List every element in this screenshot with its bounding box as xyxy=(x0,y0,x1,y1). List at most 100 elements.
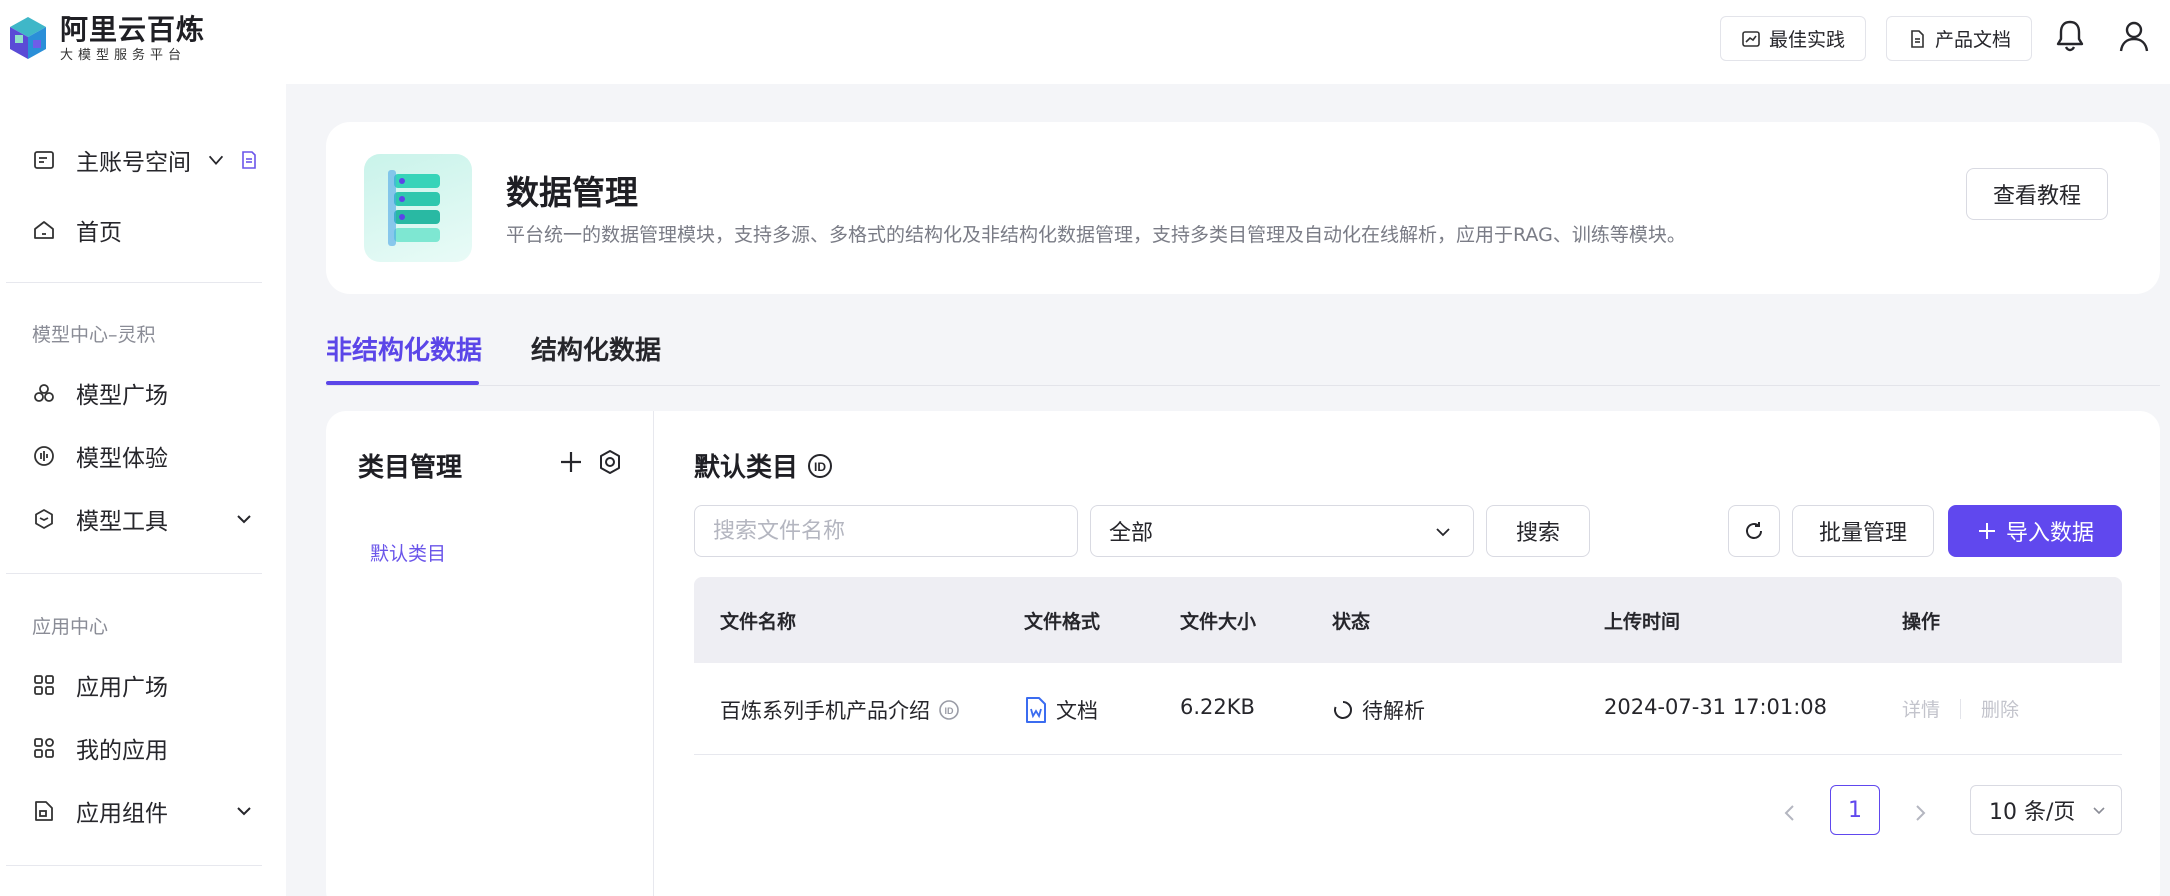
folder-icon xyxy=(34,151,54,169)
brand-logo[interactable]: 阿里云百炼 大模型服务平台 xyxy=(6,14,205,64)
sidebar-item-app-components[interactable]: 应用组件 xyxy=(0,786,286,836)
pulse-icon xyxy=(34,446,54,466)
sidebar-item-label: 应用组件 xyxy=(76,801,168,827)
chevron-down-icon[interactable] xyxy=(232,507,256,531)
best-practice-label: 最佳实践 xyxy=(1769,29,1846,51)
search-file-input[interactable] xyxy=(694,505,1078,557)
brand-cube-icon xyxy=(10,17,46,59)
file-status-cell: 待解析 xyxy=(1332,695,1425,725)
tab-unstructured-data[interactable]: 非结构化数据 xyxy=(326,330,482,367)
document-note-icon[interactable] xyxy=(239,150,259,170)
chevron-left-icon[interactable] xyxy=(1778,801,1802,825)
view-tutorial-button[interactable]: 查看教程 xyxy=(1966,168,2108,220)
column-header: 操作 xyxy=(1902,611,1941,633)
table-row[interactable]: 百炼系列手机产品介绍 ID 文档 6.22KB 待解析 2024-07-31 1… xyxy=(694,663,2122,755)
svg-text:ID: ID xyxy=(945,706,955,716)
delete-link[interactable]: 删除 xyxy=(1981,695,2019,722)
column-header: 文件格式 xyxy=(1024,611,1101,633)
sidebar-item-label: 首页 xyxy=(76,220,122,246)
category-item-default[interactable]: 默认类目 xyxy=(370,539,446,566)
loading-spinner-icon xyxy=(1334,701,1352,719)
file-status: 待解析 xyxy=(1362,699,1425,723)
best-practice-button[interactable]: 最佳实践 xyxy=(1720,16,1867,61)
data-panel: 类目管理 默认类目 默认类目 ID 全部 搜索 批量管理 xyxy=(326,411,2160,896)
detail-link[interactable]: 详情 xyxy=(1902,695,1940,722)
file-format: 文档 xyxy=(1056,699,1098,723)
column-header: 文件名称 xyxy=(720,611,797,633)
bell-icon[interactable] xyxy=(2050,16,2090,56)
file-size: 6.22KB xyxy=(1180,695,1255,719)
brand-title: 阿里云百炼 xyxy=(60,13,206,46)
sidebar-item-label: 模型工具 xyxy=(76,509,168,535)
apps-icon xyxy=(34,738,54,758)
document-icon xyxy=(1911,29,1924,48)
user-icon[interactable] xyxy=(2114,16,2154,56)
file-name[interactable]: 百炼系列手机产品介绍 xyxy=(720,695,930,725)
chevron-right-icon[interactable] xyxy=(1908,801,1932,825)
search-button[interactable]: 搜索 xyxy=(1486,505,1590,557)
page-header-card: 数据管理 平台统一的数据管理模块，支持多源、多格式的结构化及非结构化数据管理，支… xyxy=(326,122,2160,294)
category-heading: 默认类目 ID xyxy=(694,447,834,484)
chevron-down-icon xyxy=(2093,807,2105,815)
table-header: 文件名称 文件格式 文件大小 状态 上传时间 操作 xyxy=(694,577,2122,663)
file-format-cell: 文档 xyxy=(1024,695,1098,725)
status-filter-value: 全部 xyxy=(1109,521,1154,546)
tab-structured-data[interactable]: 结构化数据 xyxy=(531,330,661,367)
category-column: 类目管理 默认类目 xyxy=(326,411,654,896)
id-badge-icon[interactable]: ID xyxy=(806,452,834,480)
divider xyxy=(6,282,262,283)
grid-icon xyxy=(34,675,54,695)
settings-icon[interactable] xyxy=(596,448,624,476)
sidebar-item-label: 模型广场 xyxy=(76,383,168,409)
workspace-label: 主账号空间 xyxy=(76,150,191,176)
brand-subtitle: 大模型服务平台 xyxy=(60,48,187,63)
product-docs-label: 产品文档 xyxy=(1935,29,2012,51)
sidebar-item-model-square[interactable]: 模型广场 xyxy=(0,368,286,418)
top-bar: 阿里云百炼 大模型服务平台 最佳实践 产品文档 xyxy=(0,0,2170,84)
page-description: 平台统一的数据管理模块，支持多源、多格式的结构化及非结构化数据管理，支持多类目管… xyxy=(506,224,1686,246)
chevron-down-icon xyxy=(1436,528,1450,537)
home-icon xyxy=(34,221,54,239)
add-category-icon[interactable] xyxy=(556,447,586,477)
product-docs-button[interactable]: 产品文档 xyxy=(1886,16,2033,61)
sidebar-item-label: 模型体验 xyxy=(76,446,168,472)
sidebar-item-model-experience[interactable]: 模型体验 xyxy=(0,431,286,481)
import-data-button[interactable]: 导入数据 xyxy=(1948,505,2122,557)
workspace-switcher[interactable]: 主账号空间 xyxy=(0,135,286,185)
refresh-button[interactable] xyxy=(1728,505,1780,557)
upload-time: 2024-07-31 17:01:08 xyxy=(1604,695,1828,719)
data-management-illustration-icon xyxy=(364,154,472,262)
component-icon xyxy=(35,801,53,821)
batch-manage-button[interactable]: 批量管理 xyxy=(1792,505,1934,557)
import-data-label: 导入数据 xyxy=(2005,521,2094,546)
refresh-icon xyxy=(1746,522,1762,539)
column-header: 状态 xyxy=(1332,611,1371,633)
plus-icon xyxy=(1978,523,1995,539)
svg-text:ID: ID xyxy=(814,460,826,474)
column-header: 上传时间 xyxy=(1604,611,1681,633)
sidebar-item-app-square[interactable]: 应用广场 xyxy=(0,660,286,710)
chevron-down-icon[interactable] xyxy=(232,799,256,823)
status-filter-select[interactable]: 全部 xyxy=(1090,505,1474,557)
category-title: 类目管理 xyxy=(358,453,463,483)
tool-box-icon xyxy=(35,509,53,529)
sidebar-item-label: 应用广场 xyxy=(76,675,168,701)
id-badge-icon[interactable]: ID xyxy=(938,699,960,721)
divider xyxy=(6,865,262,866)
action-separator xyxy=(1960,698,1962,719)
sidebar-item-label: 我的应用 xyxy=(76,738,168,764)
actions-cell: 详情 删除 xyxy=(1902,695,2019,722)
sidebar-item-model-tools[interactable]: 模型工具 xyxy=(0,494,286,544)
file-name-cell: 百炼系列手机产品介绍 ID xyxy=(720,695,960,725)
page-size-value: 10 条/页 xyxy=(1989,800,2076,825)
section-model-center: 模型中心–灵积 xyxy=(32,324,156,346)
column-header: 文件大小 xyxy=(1180,611,1257,633)
chart-icon xyxy=(1742,30,1760,47)
sidebar-item-my-apps[interactable]: 我的应用 xyxy=(0,723,286,773)
data-type-tabs: 非结构化数据 结构化数据 xyxy=(326,318,2160,386)
chevron-down-icon[interactable] xyxy=(205,149,227,171)
sidebar: 主账号空间 首页 模型中心–灵积 模型广场 模型体验 模型工具 应用中心 应用广… xyxy=(0,84,286,896)
page-number-current[interactable]: 1 xyxy=(1830,785,1880,835)
sidebar-item-home[interactable]: 首页 xyxy=(0,205,286,255)
page-size-select[interactable]: 10 条/页 xyxy=(1970,785,2122,835)
